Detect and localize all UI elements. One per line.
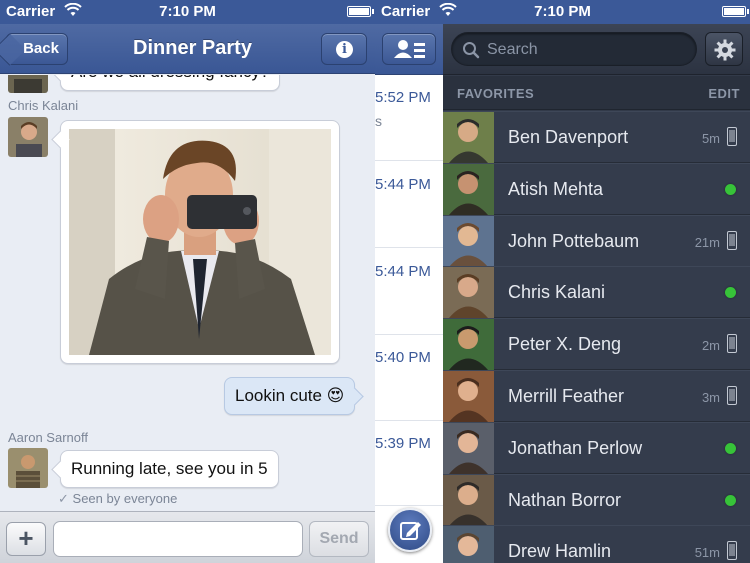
friend-name: Nathan Borror — [508, 489, 622, 510]
last-active: 3m — [701, 390, 720, 405]
avatar[interactable] — [8, 75, 48, 93]
friend-avatar — [443, 526, 494, 563]
online-status-icon — [725, 442, 736, 454]
navigation-bar: Back Dinner Party i — [0, 24, 375, 74]
friend-row[interactable]: Jonathan Perlow — [443, 421, 750, 474]
friend-name: Peter X. Deng — [508, 334, 622, 355]
friend-avatar — [443, 371, 494, 422]
friend-name: Chris Kalani — [508, 282, 606, 303]
divider — [375, 420, 443, 421]
friend-row[interactable]: Drew Hamlin 51m — [443, 525, 750, 563]
friend-row[interactable]: Ben Davenport 5m — [443, 111, 750, 163]
mobile-phone-icon — [727, 541, 737, 561]
friend-row[interactable]: Nathan Borror — [443, 473, 750, 526]
online-status-icon — [725, 183, 736, 195]
chat-screen: Carrier 7:10 PM Back Dinner Party i Are … — [0, 0, 375, 563]
compose-button[interactable] — [388, 508, 432, 552]
friend-name: Drew Hamlin — [508, 541, 612, 562]
composer-bar: + Send — [0, 511, 375, 563]
online-status-icon — [725, 287, 736, 299]
thread-snippet: s — [375, 113, 382, 129]
last-active: 51m — [694, 545, 720, 561]
back-button[interactable]: Back — [6, 33, 68, 65]
favorites-section-header: FAVORITES EDIT — [443, 76, 750, 110]
divider — [375, 505, 443, 506]
photo-image — [69, 129, 331, 355]
last-active: 2m — [701, 338, 720, 354]
thread-time: 5:40 PM — [375, 349, 431, 366]
friend-avatar — [443, 112, 494, 163]
info-button[interactable]: i — [321, 33, 367, 65]
gear-icon — [714, 39, 736, 61]
section-label: FAVORITES — [457, 86, 535, 101]
friend-avatar — [443, 319, 494, 371]
thread-list-navbar — [375, 24, 443, 75]
friend-name: John Pottebaum — [508, 230, 640, 251]
friend-avatar — [443, 422, 494, 474]
friend-name: Ben Davenport — [508, 127, 629, 147]
photo-message[interactable] — [60, 120, 340, 364]
send-button[interactable]: Send — [309, 521, 369, 557]
checkmark-icon: ✓ — [58, 491, 69, 506]
friend-name: Jonathan Perlow — [508, 437, 643, 458]
add-attachment-button[interactable]: + — [6, 522, 46, 556]
clock: 7:10 PM — [534, 3, 591, 20]
back-button-label: Back — [23, 40, 59, 57]
search-icon — [463, 42, 480, 59]
friend-row[interactable]: Peter X. Deng 2m — [443, 318, 750, 371]
status-bar: Carrier 7:10 PM — [0, 0, 375, 24]
thread-time: 5:44 PM — [375, 263, 431, 280]
friend-row[interactable]: Merrill Feather 3m — [443, 370, 750, 422]
settings-button[interactable] — [705, 32, 743, 66]
friends-list-button[interactable] — [382, 33, 436, 65]
message-bubble[interactable]: Are we all dressing fancy? — [60, 75, 281, 91]
online-status-icon — [725, 494, 736, 506]
sender-name: Chris Kalani — [8, 98, 79, 113]
mobile-phone-icon — [727, 230, 737, 250]
sender-name: Aaron Sarnoff — [8, 430, 88, 445]
last-active: 21m — [694, 234, 720, 250]
message-input[interactable] — [53, 521, 303, 557]
status-bar: Carrier 7:10 PM — [375, 0, 750, 24]
friend-row[interactable]: John Pottebaum 21m — [443, 214, 750, 267]
compose-icon — [400, 522, 421, 540]
friend-row[interactable]: Chris Kalani — [443, 266, 750, 319]
search-input[interactable]: Search — [451, 32, 697, 66]
avatar-aaron-sarnoff[interactable] — [8, 448, 48, 488]
info-icon: i — [336, 41, 353, 58]
thread-time: 5:52 PM — [375, 89, 431, 106]
my-message-bubble[interactable]: Lookin cute 😍 — [224, 377, 356, 415]
friend-row[interactable]: Atish Mehta — [443, 162, 750, 215]
page-title: Dinner Party — [133, 37, 252, 59]
seen-text: Seen by everyone — [72, 491, 178, 506]
avatar-chris-kalani[interactable] — [8, 117, 48, 157]
mobile-phone-icon — [727, 386, 737, 405]
battery-icon — [347, 6, 374, 17]
friend-avatar — [443, 215, 494, 267]
battery-icon — [722, 6, 749, 17]
contact-card-icon — [394, 40, 425, 58]
divider — [375, 334, 443, 335]
friends-sidebar: Search FAVORITES EDIT Ben Davenport 5m A… — [443, 24, 750, 563]
divider — [375, 247, 443, 248]
friend-avatar — [443, 163, 494, 215]
search-placeholder: Search — [487, 41, 538, 58]
friend-avatar — [443, 474, 494, 526]
edit-favorites-button[interactable]: EDIT — [708, 86, 740, 101]
seen-receipt: ✓ Seen by everyone — [58, 491, 177, 507]
thread-time: 5:39 PM — [375, 435, 431, 452]
friend-name: Atish Mehta — [508, 178, 604, 199]
search-bar: Search — [443, 24, 750, 75]
thread-list-peek[interactable]: 5:52 PM s 5:44 PM 5:44 PM 5:40 PM 5:39 P… — [375, 75, 443, 563]
clock: 7:10 PM — [159, 3, 216, 20]
last-active: 5m — [701, 131, 720, 146]
message-list[interactable]: Are we all dressing fancy? Chris Kalani — [0, 75, 375, 511]
friend-avatar — [443, 267, 494, 319]
mobile-phone-icon — [727, 127, 737, 146]
message-bubble[interactable]: Running late, see you in 5 — [60, 450, 279, 488]
thread-time: 5:44 PM — [375, 176, 431, 193]
divider — [375, 160, 443, 161]
friend-name: Merrill Feather — [508, 386, 625, 406]
mobile-phone-icon — [727, 334, 737, 354]
